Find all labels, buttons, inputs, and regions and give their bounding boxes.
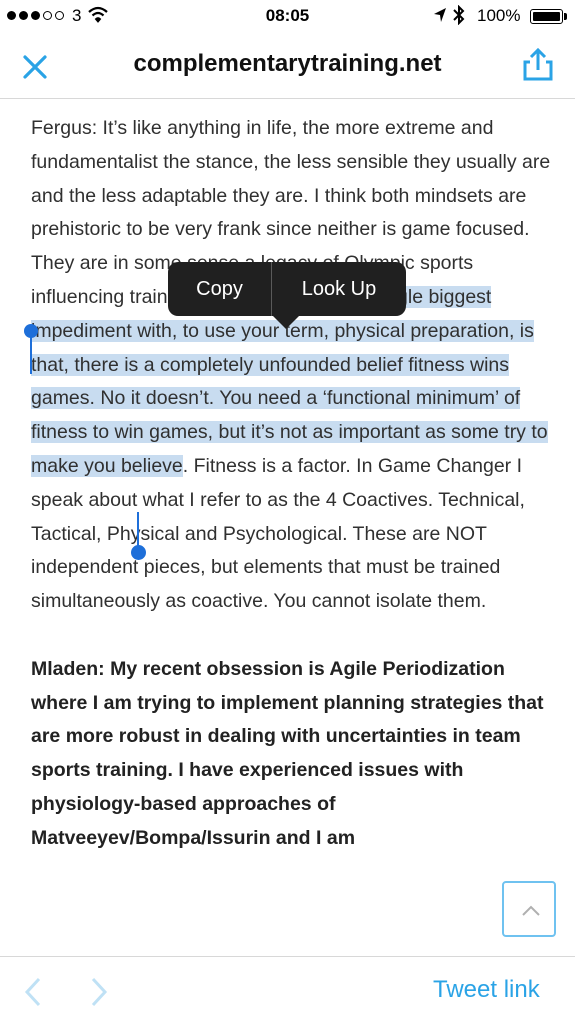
back-chevron-icon[interactable]: [20, 975, 44, 1009]
forward-chevron-icon[interactable]: [88, 975, 112, 1009]
interview-question: Mladen: My recent obsession is Agile Per…: [31, 657, 544, 849]
scroll-to-top-button[interactable]: [502, 881, 556, 937]
chevron-up-icon: [522, 905, 540, 916]
battery-tip: [564, 13, 567, 20]
selection-end-caret: [137, 512, 139, 548]
article-paragraph: Fergus: It’s like anything in life, the …: [31, 112, 551, 619]
status-bar: 3 08:05 100%: [0, 0, 575, 32]
bluetooth-icon: [453, 5, 465, 25]
battery-icon: [530, 9, 563, 24]
paragraph-text-continued: . Fitness is a factor. In Game Changer I…: [31, 454, 525, 613]
edit-callout-menu: Copy Look Up: [168, 262, 406, 316]
article-body: Fergus: It’s like anything in life, the …: [31, 112, 551, 856]
share-icon[interactable]: [520, 47, 556, 83]
location-icon: [434, 8, 446, 22]
selection-start-caret: [30, 334, 32, 374]
look-up-button[interactable]: Look Up: [272, 262, 406, 316]
battery-percentage: 100%: [477, 6, 521, 25]
page-domain-title: complementarytraining.net: [133, 50, 442, 77]
tweet-link-button[interactable]: Tweet link: [433, 976, 540, 1004]
bottom-toolbar: Tweet link: [0, 956, 575, 1025]
callout-pointer: [272, 315, 300, 329]
copy-button[interactable]: Copy: [168, 262, 271, 316]
navigation-bar: complementarytraining.net: [0, 32, 575, 99]
selection-end-handle[interactable]: [131, 545, 146, 560]
